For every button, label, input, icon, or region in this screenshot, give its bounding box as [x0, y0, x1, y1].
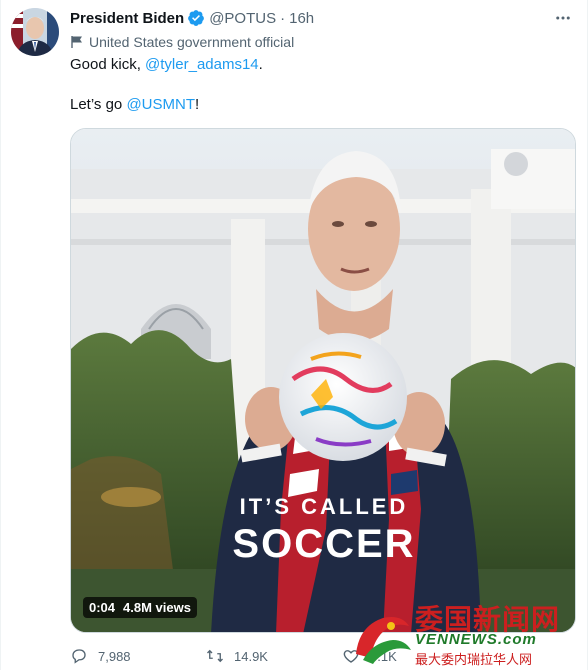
video-player[interactable]: IT’S CALLED SOCCER 0:04 4.8M views [70, 128, 576, 633]
watermark-subtitle: 最大委内瑞拉华人网 [415, 652, 533, 667]
tweet-timestamp[interactable]: 16h [289, 10, 314, 27]
reply-count: 7,988 [98, 648, 131, 664]
avatar-image [11, 8, 59, 56]
tweet-text-punct: . [258, 56, 263, 73]
retweet-count: 14.9K [234, 648, 268, 664]
overlay-line-2: SOCCER [232, 522, 415, 566]
tweet-text: Good kick, [70, 56, 146, 73]
reply-button[interactable]: 7,988 [70, 647, 206, 665]
affiliation-label: United States government official [70, 33, 294, 51]
video-badge: 0:04 4.8M views [83, 597, 197, 618]
video-views: 4.8M views [123, 600, 191, 615]
separator-dot: · [280, 9, 286, 27]
tweet-header: President Biden @POTUS · 16h [70, 8, 314, 28]
video-duration: 0:04 [89, 600, 116, 615]
tweet-text-line-2: Let’s go @USMNT! [70, 95, 199, 115]
tweet-text: Let’s go [70, 96, 127, 113]
author-name[interactable]: President Biden [70, 10, 184, 27]
author-handle[interactable]: @POTUS [209, 10, 276, 27]
reply-icon [72, 649, 86, 664]
more-dots-icon[interactable] [551, 6, 575, 30]
watermark-logo [356, 617, 411, 664]
overlay-line-1: IT’S CALLED [240, 494, 409, 519]
watermark-url: VENNEWS.com [415, 631, 537, 648]
mention-link[interactable]: @USMNT [126, 96, 195, 113]
tweet-card[interactable]: President Biden @POTUS · 16h United Stat… [0, 0, 588, 670]
verified-badge-icon [187, 9, 205, 27]
tweet-text-line-1: Good kick, @tyler_adams14. [70, 55, 263, 75]
tweet-text-punct: ! [195, 96, 200, 113]
site-watermark: 委国新闻网 VENNEWS.com 最大委内瑞拉华人网 [345, 598, 585, 668]
avatar[interactable] [11, 8, 59, 56]
flag-icon [70, 35, 84, 49]
video-frame: IT’S CALLED SOCCER [71, 129, 575, 632]
affiliation-text: United States government official [89, 34, 295, 50]
retweet-icon [207, 649, 223, 663]
retweet-button[interactable]: 14.9K [206, 647, 342, 665]
mention-link[interactable]: @tyler_adams14 [145, 56, 259, 73]
